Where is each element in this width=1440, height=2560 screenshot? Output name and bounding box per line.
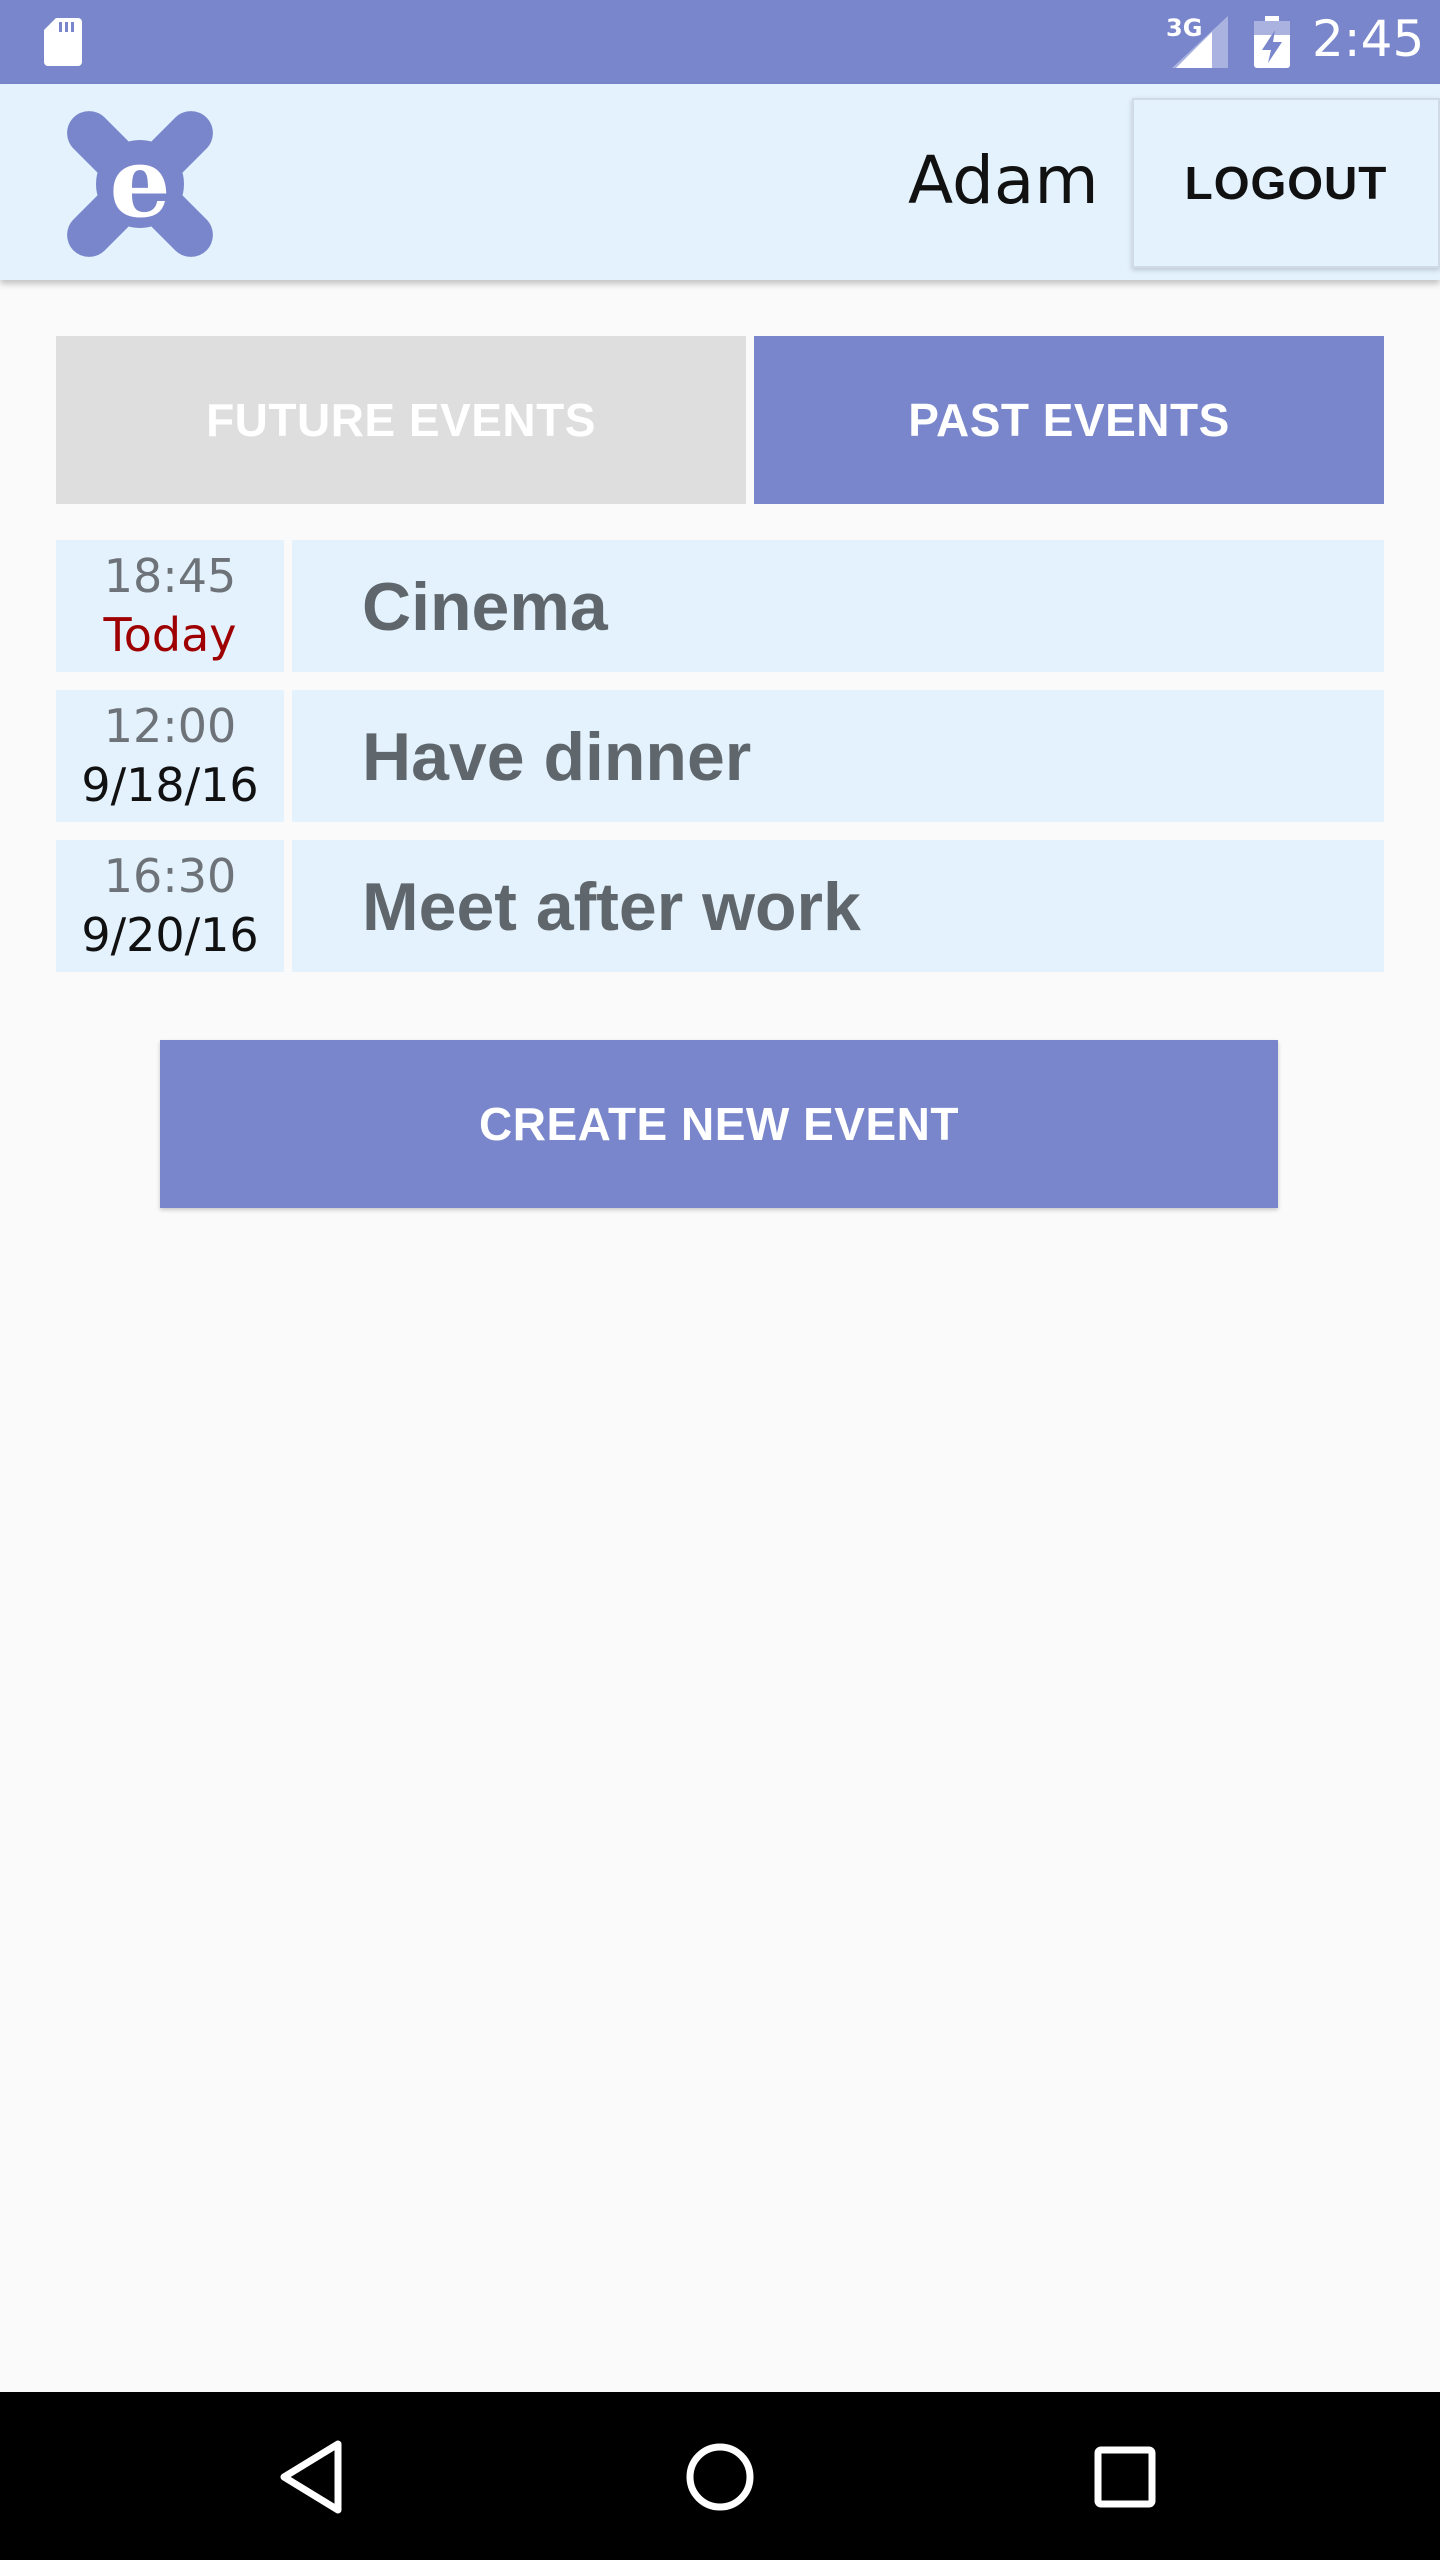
home-icon[interactable] <box>675 2432 765 2522</box>
event-date: Today <box>103 608 237 662</box>
event-title: Cinema <box>362 569 608 645</box>
event-datetime: 16:30 9/20/16 <box>56 840 284 972</box>
event-row[interactable]: 12:00 9/18/16 Have dinner <box>56 690 1384 822</box>
signal-icon <box>1172 16 1228 68</box>
event-time: 12:00 <box>103 699 237 753</box>
event-row[interactable]: 18:45 Today Cinema <box>56 540 1384 672</box>
status-bar: 3G 2:45 <box>0 0 1440 84</box>
app-header: e Adam LOGOUT <box>0 84 1440 280</box>
event-date: 9/18/16 <box>81 758 259 812</box>
sd-card-icon <box>44 18 82 66</box>
event-title-cell[interactable]: Cinema <box>292 540 1384 672</box>
event-title: Have dinner <box>362 719 752 795</box>
recents-icon[interactable] <box>1080 2432 1170 2522</box>
create-new-event-button[interactable]: CREATE NEW EVENT <box>160 1040 1278 1208</box>
tab-past-events[interactable]: PAST EVENTS <box>754 336 1384 504</box>
user-name: Adam <box>908 142 1099 219</box>
event-time: 16:30 <box>103 849 237 903</box>
event-date: 9/20/16 <box>81 908 259 962</box>
event-title-cell[interactable]: Meet after work <box>292 840 1384 972</box>
event-time: 18:45 <box>103 549 237 603</box>
system-nav-bar <box>0 2392 1440 2560</box>
tab-future-events[interactable]: FUTURE EVENTS <box>56 336 746 504</box>
status-clock: 2:45 <box>1312 10 1425 68</box>
svg-text:e: e <box>109 126 170 239</box>
event-row[interactable]: 16:30 9/20/16 Meet after work <box>56 840 1384 972</box>
battery-charging-icon <box>1254 16 1290 68</box>
event-datetime: 18:45 Today <box>56 540 284 672</box>
logout-button[interactable]: LOGOUT <box>1132 98 1440 268</box>
app-logo-e-icon: e <box>67 111 213 257</box>
event-title: Meet after work <box>362 869 861 945</box>
back-icon[interactable] <box>270 2432 360 2522</box>
event-datetime: 12:00 9/18/16 <box>56 690 284 822</box>
event-title-cell[interactable]: Have dinner <box>292 690 1384 822</box>
